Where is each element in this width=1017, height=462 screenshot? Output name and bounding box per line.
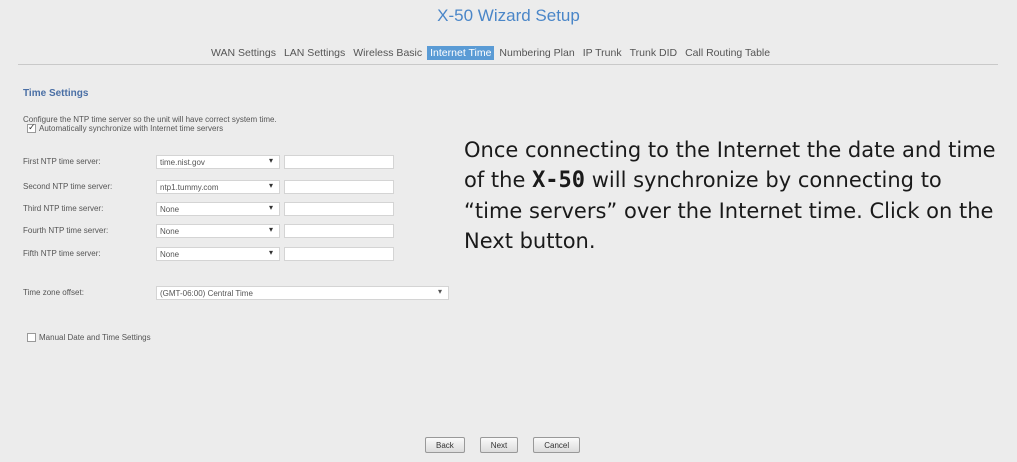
ntp-custom-input-second[interactable] (284, 180, 394, 194)
tab-lan-settings[interactable]: LAN Settings (281, 46, 348, 60)
timezone-select[interactable]: (GMT-06:00) Central Time ▾ (156, 286, 449, 300)
chevron-down-icon: ▾ (268, 156, 273, 165)
wizard-page: X-50 Wizard Setup WAN Settings LAN Setti… (0, 0, 1017, 462)
next-button[interactable]: Next (479, 437, 519, 453)
ntp-select-value: ntp1.tummy.com (160, 183, 219, 192)
tab-ip-trunk[interactable]: IP Trunk (580, 46, 625, 60)
manual-settings-label: Manual Date and Time Settings (39, 333, 151, 342)
tab-bar: WAN Settings LAN Settings Wireless Basic… (208, 46, 775, 60)
ntp-custom-input-fifth[interactable] (284, 247, 394, 261)
ntp-custom-input-fourth[interactable] (284, 224, 394, 238)
ntp-label: Fourth NTP time server: (23, 226, 109, 235)
manual-settings-checkbox[interactable] (27, 333, 36, 342)
section-description: Configure the NTP time server so the uni… (23, 115, 277, 124)
ntp-server-select-fifth[interactable]: None ▾ (156, 247, 280, 261)
timezone-label: Time zone offset: (23, 288, 84, 297)
ntp-server-select-first[interactable]: time.nist.gov ▾ (156, 155, 280, 169)
tab-call-routing-table[interactable]: Call Routing Table (682, 46, 773, 60)
chevron-down-icon: ▾ (437, 287, 442, 296)
chevron-down-icon: ▾ (268, 225, 273, 234)
tab-wireless-basic[interactable]: Wireless Basic (350, 46, 425, 60)
back-button[interactable]: Back (425, 437, 465, 453)
ntp-label: First NTP time server: (23, 157, 101, 166)
ntp-select-value: None (160, 227, 180, 236)
ntp-select-value: None (160, 205, 180, 214)
ntp-server-select-second[interactable]: ntp1.tummy.com ▾ (156, 180, 280, 194)
product-name: X-50 (532, 168, 586, 193)
tab-numbering-plan[interactable]: Numbering Plan (496, 46, 577, 60)
button-bar: Back Next Cancel (425, 437, 581, 453)
manual-settings-option: Manual Date and Time Settings (27, 333, 151, 342)
tab-wan-settings[interactable]: WAN Settings (208, 46, 279, 60)
ntp-server-select-fourth[interactable]: None ▾ (156, 224, 280, 238)
auto-sync-checkbox[interactable] (27, 122, 36, 133)
ntp-label: Second NTP time server: (23, 182, 113, 191)
page-title: X-50 Wizard Setup (437, 6, 580, 25)
auto-sync-label: Automatically synchronize with Internet … (39, 124, 224, 133)
auto-sync-option: Automatically synchronize with Internet … (27, 122, 224, 133)
timezone-value: (GMT-06:00) Central Time (160, 289, 253, 298)
ntp-label: Third NTP time server: (23, 204, 104, 213)
header-divider (18, 64, 998, 65)
section-title: Time Settings (23, 88, 89, 99)
instruction-caption: Once connecting to the Internet the date… (464, 135, 1004, 256)
ntp-custom-input-first[interactable] (284, 155, 394, 169)
tab-trunk-did[interactable]: Trunk DID (627, 46, 680, 60)
ntp-select-value: None (160, 250, 180, 259)
ntp-select-value: time.nist.gov (160, 158, 205, 167)
ntp-custom-input-third[interactable] (284, 202, 394, 216)
cancel-button[interactable]: Cancel (533, 437, 581, 453)
ntp-server-select-third[interactable]: None ▾ (156, 202, 280, 216)
ntp-label: Fifth NTP time server: (23, 249, 101, 258)
chevron-down-icon: ▾ (268, 181, 273, 190)
chevron-down-icon: ▾ (268, 203, 273, 212)
chevron-down-icon: ▾ (268, 248, 273, 257)
tab-internet-time[interactable]: Internet Time (427, 46, 495, 60)
